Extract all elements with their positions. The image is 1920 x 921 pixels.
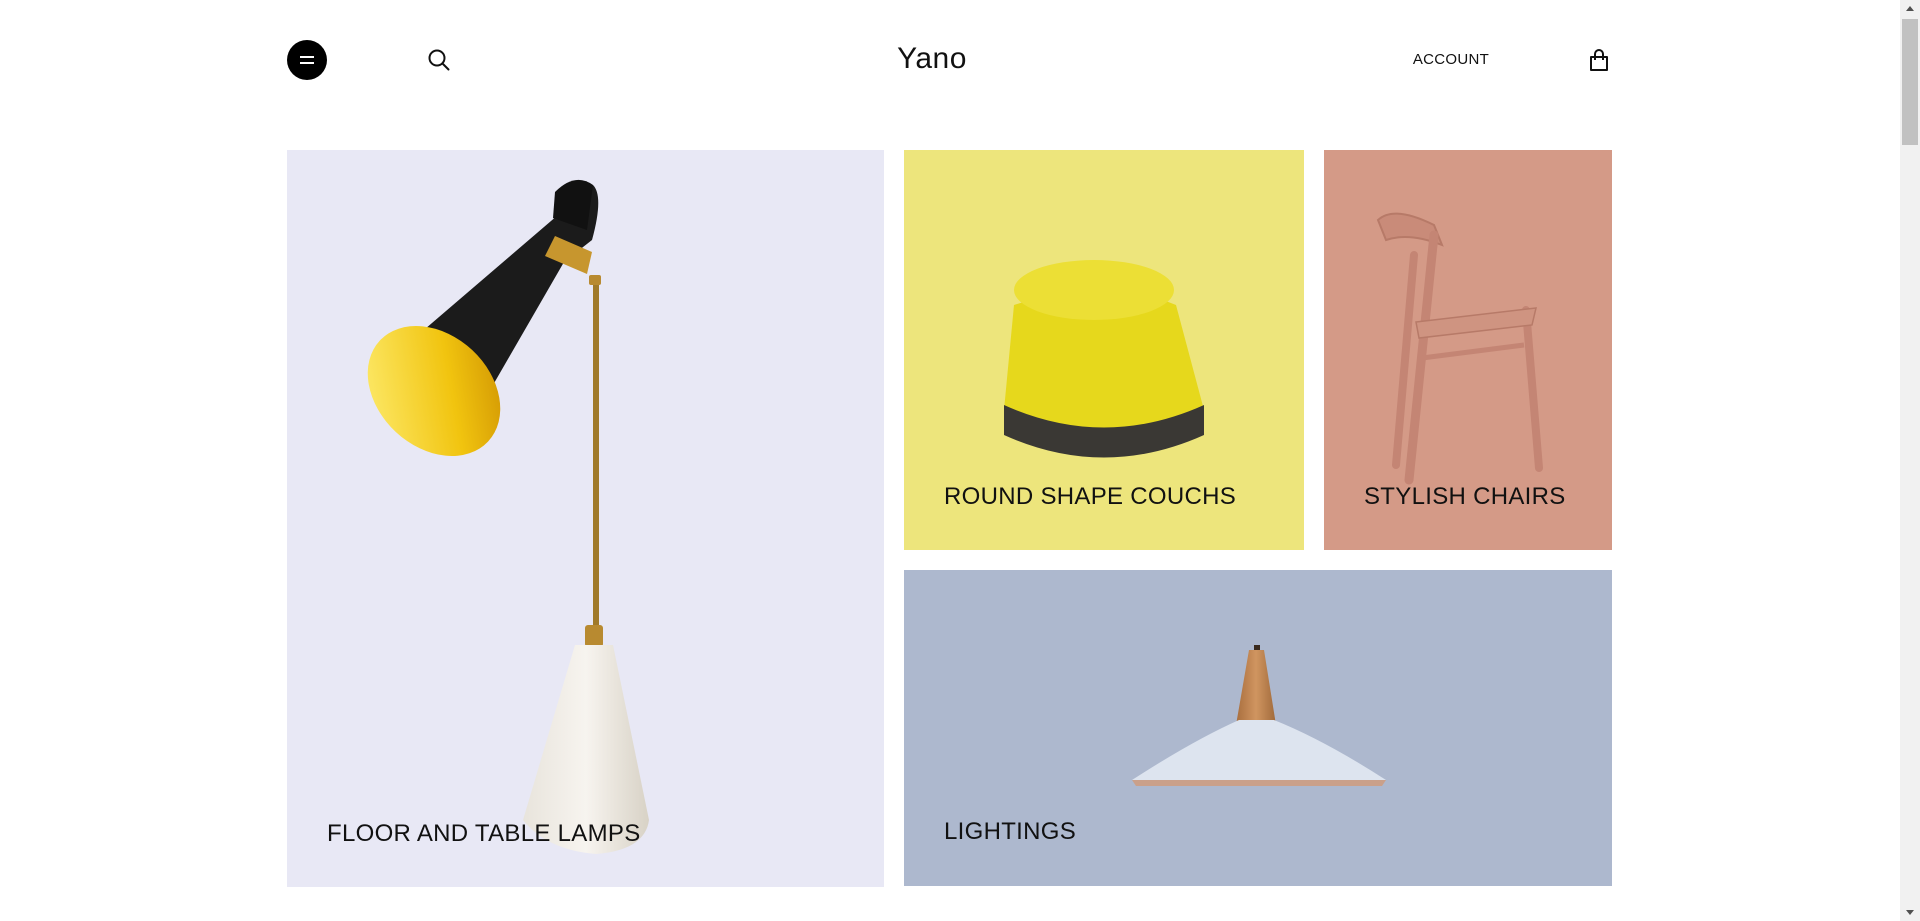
category-label: FLOOR AND TABLE LAMPS <box>327 820 641 847</box>
search-icon <box>428 49 450 71</box>
scroll-thumb[interactable] <box>1902 19 1918 145</box>
category-label: ROUND SHAPE COUCHS <box>944 483 1237 510</box>
menu-icon <box>300 56 314 58</box>
cart-button[interactable] <box>1587 48 1611 72</box>
category-tile-lightings[interactable]: LIGHTINGS <box>904 570 1612 886</box>
chevron-down-icon <box>1906 910 1914 915</box>
category-tile-couchs[interactable]: ROUND SHAPE COUCHS <box>904 150 1304 550</box>
menu-button[interactable] <box>287 40 327 80</box>
scroll-up-button[interactable] <box>1900 0 1920 17</box>
scroll-down-button[interactable] <box>1900 904 1920 921</box>
shopping-bag-icon <box>1590 49 1608 71</box>
site-header: Yano ACCOUNT <box>0 0 1900 120</box>
category-tile-lamps[interactable]: FLOOR AND TABLE LAMPS <box>287 150 884 887</box>
category-label: LIGHTINGS <box>944 818 1077 845</box>
account-link[interactable]: ACCOUNT <box>1400 51 1502 68</box>
page-scrollbar[interactable] <box>1900 0 1920 921</box>
category-tile-chairs[interactable]: STYLISH CHAIRS <box>1324 150 1612 550</box>
search-button[interactable] <box>427 48 451 72</box>
category-label: STYLISH CHAIRS <box>1364 483 1566 510</box>
table-lamp-image <box>367 179 649 854</box>
chevron-up-icon <box>1906 6 1914 11</box>
site-logo[interactable]: Yano <box>850 42 1014 76</box>
